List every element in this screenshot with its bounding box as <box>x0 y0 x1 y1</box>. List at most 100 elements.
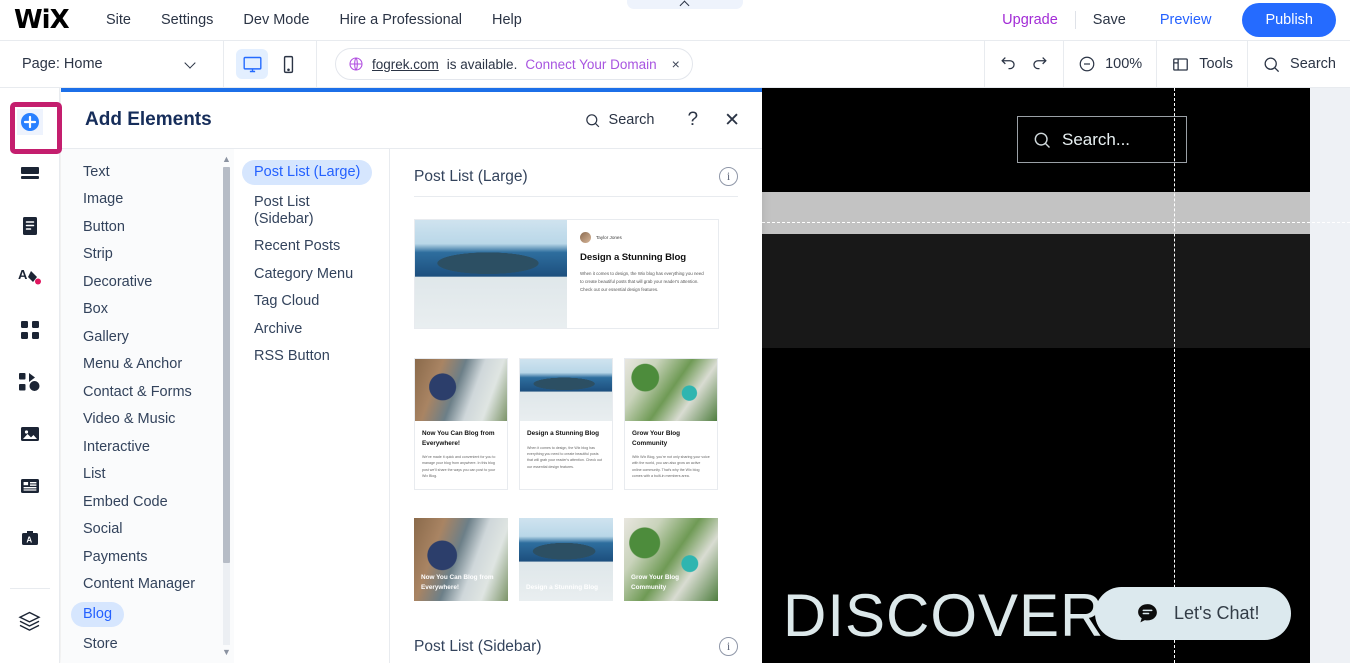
category-item-payments[interactable]: Payments <box>71 545 224 570</box>
tools-button[interactable]: Tools <box>1171 55 1233 74</box>
search-icon <box>585 113 599 127</box>
category-item-decorative[interactable]: Decorative <box>71 270 224 295</box>
scroll-down-icon[interactable]: ▼ <box>222 648 231 657</box>
sidebar-item-business-tools[interactable]: A <box>7 512 53 564</box>
search-button[interactable]: Search <box>1262 55 1336 74</box>
sidebar-item-content-manager[interactable] <box>7 460 53 512</box>
menu-help[interactable]: Help <box>492 12 522 28</box>
widget-card[interactable]: Design a Stunning Blog When it comes to … <box>519 358 613 490</box>
menu-site[interactable]: Site <box>106 12 131 28</box>
top-bar: WiX Site Settings Dev Mode Hire a Profes… <box>0 0 1350 41</box>
zoom-controls: 100% <box>1063 40 1156 88</box>
category-item-store[interactable]: Store <box>71 632 224 657</box>
category-item-gallery[interactable]: Gallery <box>71 325 224 350</box>
undo-button[interactable] <box>999 52 1018 76</box>
category-item-embed-code[interactable]: Embed Code <box>71 490 224 515</box>
page-selector[interactable]: Page: Home <box>0 40 224 88</box>
panel-search-button[interactable]: Search <box>584 112 655 129</box>
subcategory-list: Post List (Large) Post List (Sidebar) Re… <box>234 149 390 663</box>
card-heading: Now You Can Blog from Everywhere! <box>422 430 495 447</box>
category-scrollbar[interactable]: ▲ ▼ <box>222 155 231 657</box>
chevron-up-icon <box>681 0 689 8</box>
sidebar-item-add-elements[interactable] <box>7 96 62 154</box>
site-design-icon: A <box>18 267 41 285</box>
collapse-handle[interactable] <box>627 0 743 9</box>
panel-close-button[interactable]: ✕ <box>724 109 740 132</box>
zoom-out-icon <box>1079 56 1095 72</box>
page-selector-label: Page: Home <box>22 56 103 72</box>
wix-logo[interactable]: WiX <box>14 5 76 35</box>
save-button[interactable]: Save <box>1076 12 1143 28</box>
close-icon[interactable]: × <box>672 56 680 72</box>
widget-post-list-large[interactable]: Taylor Jones Design a Stunning Blog When… <box>414 219 719 329</box>
scrollbar-thumb[interactable] <box>223 167 230 563</box>
menu-settings[interactable]: Settings <box>161 12 213 28</box>
subitem-archive[interactable]: Archive <box>242 317 381 342</box>
subitem-post-list-large[interactable]: Post List (Large) <box>242 159 373 185</box>
category-item-box[interactable]: Box <box>71 297 224 322</box>
sidebar-item-pages[interactable] <box>7 200 53 252</box>
hero-heading-line1: DISCOVER <box>783 582 1105 649</box>
santorini-sea-photo <box>415 220 567 328</box>
category-item-interactive[interactable]: Interactive <box>71 435 224 460</box>
top-menu: Site Settings Dev Mode Hire a Profession… <box>106 12 522 28</box>
add-elements-panel: Add Elements Search ? ✕ Text Image Butto… <box>61 88 762 663</box>
preview-button[interactable]: Preview <box>1143 12 1229 28</box>
category-item-strip[interactable]: Strip <box>71 242 224 267</box>
desktop-view-button[interactable] <box>236 49 268 79</box>
widget-card[interactable]: Grow Your Blog Community With Wix Blog, … <box>624 358 718 490</box>
category-item-content-manager[interactable]: Content Manager <box>71 572 224 597</box>
site-search-box[interactable]: Search... <box>1017 116 1187 163</box>
divider <box>9 588 50 589</box>
device-switcher <box>224 40 317 88</box>
category-item-text[interactable]: Text <box>71 160 224 185</box>
panel-help-button[interactable]: ? <box>688 109 699 131</box>
card-body: With Wix Blog, you're not only sharing y… <box>632 455 710 479</box>
publish-button[interactable]: Publish <box>1242 3 1336 37</box>
connect-domain-link[interactable]: Connect Your Domain <box>525 57 656 72</box>
subitem-post-list-sidebar[interactable]: Post List (Sidebar) <box>242 190 381 232</box>
domain-banner[interactable]: fogrek.com is available. Connect Your Do… <box>335 48 693 80</box>
menu-dev-mode[interactable]: Dev Mode <box>243 12 309 28</box>
subitem-tag-cloud[interactable]: Tag Cloud <box>242 289 381 314</box>
lets-chat-button[interactable]: Let's Chat! <box>1095 587 1291 640</box>
category-item-list[interactable]: List <box>71 462 224 487</box>
zoom-out-button[interactable]: 100% <box>1078 55 1142 73</box>
scroll-up-icon[interactable]: ▲ <box>222 155 231 164</box>
info-icon[interactable]: i <box>719 637 738 656</box>
category-item-image[interactable]: Image <box>71 187 224 212</box>
category-item-menu-anchor[interactable]: Menu & Anchor <box>71 352 224 377</box>
sidebar-item-add-apps[interactable] <box>7 356 53 408</box>
svg-text:A: A <box>18 267 28 282</box>
add-apps-icon <box>19 372 40 391</box>
widget-card[interactable]: Now You Can Blog from Everywhere! We've … <box>414 358 508 490</box>
menu-hire-a-professional[interactable]: Hire a Professional <box>340 12 463 28</box>
category-item-blog[interactable]: Blog <box>71 602 125 627</box>
widget-overlay-card[interactable]: Grow Your Blog Community <box>624 517 718 601</box>
sidebar-item-add-section[interactable] <box>7 148 53 200</box>
mobile-view-button[interactable] <box>272 49 304 79</box>
category-item-video-music[interactable]: Video & Music <box>71 407 224 432</box>
category-item-button[interactable]: Button <box>71 215 224 240</box>
subitem-rss-button[interactable]: RSS Button <box>242 344 381 369</box>
site-gray-strip[interactable] <box>762 192 1310 234</box>
globe-icon <box>349 57 363 71</box>
category-item-bookings[interactable]: Bookings <box>71 660 224 663</box>
upgrade-button[interactable]: Upgrade <box>985 12 1075 28</box>
info-icon[interactable]: i <box>719 167 738 186</box>
sidebar-item-apps[interactable] <box>7 304 53 356</box>
sidebar-item-site-design[interactable]: A <box>7 252 53 304</box>
sidebar-item-layers[interactable] <box>7 595 53 647</box>
subitem-recent-posts[interactable]: Recent Posts <box>242 234 381 259</box>
category-item-contact-forms[interactable]: Contact & Forms <box>71 380 224 405</box>
site-mid-strip[interactable] <box>762 234 1310 348</box>
widget-overlay-card[interactable]: Now You Can Blog from Everywhere! <box>414 517 508 601</box>
subitem-category-menu[interactable]: Category Menu <box>242 262 381 287</box>
redo-button[interactable] <box>1030 52 1049 76</box>
category-list: Text Image Button Strip Decorative Box G… <box>61 149 234 663</box>
site-canvas[interactable]: Search... DISCOVER MUDREK Let's Chat! <box>762 88 1350 663</box>
site-header: Search... <box>762 88 1310 192</box>
category-item-social[interactable]: Social <box>71 517 224 542</box>
sidebar-item-media[interactable] <box>7 408 53 460</box>
widget-overlay-card[interactable]: Design a Stunning Blog <box>519 517 613 601</box>
